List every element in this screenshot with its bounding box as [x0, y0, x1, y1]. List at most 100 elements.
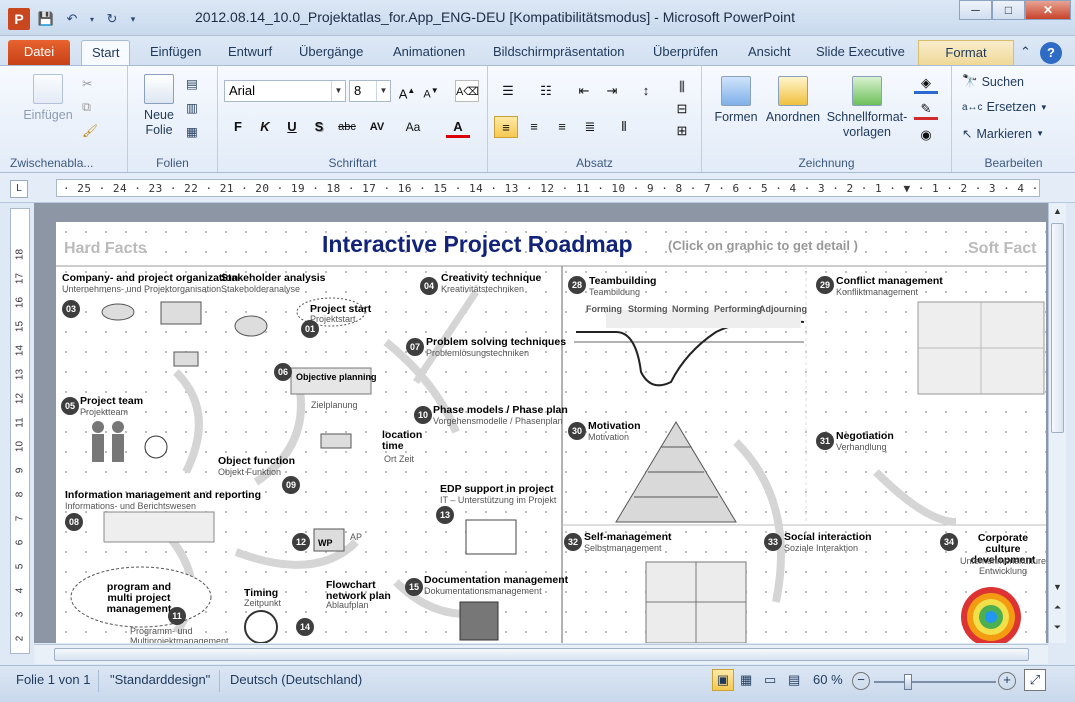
item-title[interactable]: Conflict management — [836, 276, 943, 287]
item-title[interactable]: Objective planning — [296, 372, 377, 383]
item-number[interactable]: 04 — [420, 277, 438, 295]
underline-icon[interactable]: U — [280, 116, 304, 138]
scroll-down-icon[interactable]: ▼ — [1049, 579, 1066, 595]
item-title[interactable]: Documentation management — [424, 575, 568, 586]
shape-effects-icon[interactable]: ◉ — [914, 124, 938, 146]
item-title[interactable]: Information management and reporting — [65, 490, 261, 501]
item-number[interactable]: 15 — [405, 578, 423, 596]
item-number[interactable]: 07 — [406, 338, 424, 356]
item-number[interactable]: 10 — [414, 406, 432, 424]
justify-icon[interactable]: ≣ — [578, 116, 602, 138]
align-text-icon[interactable]: ⊟ — [670, 98, 694, 120]
minimize-icon[interactable]: ─ — [959, 0, 992, 20]
shapes-button[interactable]: Formen — [708, 76, 764, 125]
help-icon[interactable]: ? — [1040, 42, 1062, 64]
align-left-icon[interactable]: ≡ — [494, 116, 518, 138]
tab-ansicht[interactable]: Ansicht — [738, 40, 801, 66]
item-title[interactable]: Company- and project organization — [62, 273, 238, 284]
redo-icon[interactable]: ↻ — [102, 9, 122, 29]
smartart-icon[interactable]: ⊞ — [670, 120, 694, 142]
font-color-icon[interactable]: A — [446, 116, 470, 138]
grow-font-icon[interactable]: A▲ — [395, 80, 419, 102]
vertical-scrollbar[interactable]: ▲ ▼ ⏶ ⏷ — [1048, 203, 1066, 643]
format-painter-icon[interactable]: 🖌 — [82, 124, 98, 139]
align-right-icon[interactable]: ≡ — [550, 116, 574, 138]
horizontal-scrollbar[interactable] — [34, 644, 1048, 664]
decrease-indent-icon[interactable]: ⇤ — [572, 80, 596, 102]
shape-outline-icon[interactable]: ✎ — [914, 98, 938, 120]
next-slide-icon[interactable]: ⏷ — [1049, 619, 1066, 635]
bullets-icon[interactable]: ☰ — [496, 80, 520, 102]
line-spacing-icon[interactable]: ↕ — [634, 80, 658, 102]
section-icon[interactable]: ▦ — [186, 124, 198, 139]
tab-datei[interactable]: Datei — [8, 40, 70, 66]
font-name-combo[interactable]: Arial ▼ — [224, 80, 346, 102]
change-case-icon[interactable]: Aa — [401, 116, 425, 138]
slide[interactable]: Hard Facts Interactive Project Roadmap (… — [56, 222, 1046, 643]
close-icon[interactable]: ✕ — [1025, 0, 1071, 20]
zoom-level[interactable]: 60 % — [813, 672, 843, 687]
prev-slide-icon[interactable]: ⏶ — [1049, 599, 1066, 615]
tab-selector-icon[interactable]: L — [10, 180, 28, 198]
scroll-up-icon[interactable]: ▲ — [1049, 203, 1066, 219]
slide-sorter-icon[interactable]: ▦ — [740, 672, 752, 688]
replace-button[interactable]: a↔c Ersetzen ▼ — [962, 100, 1048, 114]
item-title[interactable]: Flowchart network plan — [326, 580, 396, 602]
tab-bildschirmpraesentation[interactable]: Bildschirmpräsentation — [483, 40, 635, 66]
layout-icon[interactable]: ▤ — [186, 76, 198, 91]
hscroll-thumb[interactable] — [54, 648, 1029, 661]
language-status[interactable]: Deutsch (Deutschland) — [230, 672, 362, 687]
tab-slide-executive[interactable]: Slide Executive — [806, 40, 915, 66]
design-name[interactable]: "Standarddesign" — [110, 672, 210, 687]
item-number[interactable]: 11 — [168, 607, 186, 625]
item-title[interactable]: Creativity technique — [441, 273, 541, 284]
find-button[interactable]: 🔭 Suchen — [962, 74, 1024, 89]
columns-icon[interactable]: ⫴ — [612, 116, 636, 138]
item-title[interactable]: Stakeholder analysis — [221, 273, 325, 284]
reading-view-icon[interactable]: ▭ — [764, 672, 776, 688]
font-size-combo[interactable]: 8 ▼ — [349, 80, 391, 102]
item-title[interactable]: Negotiation — [836, 431, 894, 442]
tab-animationen[interactable]: Animationen — [383, 40, 475, 66]
tab-ueberpruefen[interactable]: Überprüfen — [643, 40, 728, 66]
quick-styles-button[interactable]: Schnellformat- vorlagen — [822, 76, 912, 140]
select-button[interactable]: ↖ Markieren ▼ — [962, 126, 1044, 142]
text-direction-icon[interactable]: ⫼ — [670, 76, 694, 98]
scroll-thumb[interactable] — [1051, 223, 1064, 433]
shadow-icon[interactable]: S — [307, 116, 331, 138]
ruler-bar[interactable]: · 25 · 24 · 23 · 22 · 21 · 20 · 19 · 18 … — [56, 179, 1040, 197]
tab-einfuegen[interactable]: Einfügen — [140, 40, 211, 66]
fit-to-window-icon[interactable]: ⤢ — [1024, 669, 1046, 691]
item-title[interactable]: Project team — [80, 396, 143, 407]
item-number[interactable]: 12 — [292, 533, 310, 551]
char-spacing-icon[interactable]: AV — [365, 116, 389, 138]
tab-start[interactable]: Start — [81, 40, 131, 66]
item-number[interactable]: 30 — [568, 422, 586, 440]
ribbon-minimize-icon[interactable]: ⌃ — [1016, 40, 1035, 66]
arrange-button[interactable]: Anordnen — [762, 76, 824, 125]
zoom-in-icon[interactable]: + — [998, 672, 1016, 690]
item-number[interactable]: 34 — [940, 533, 958, 551]
chevron-down-icon[interactable]: ▼ — [331, 81, 345, 101]
increase-indent-icon[interactable]: ⇥ — [600, 80, 624, 102]
item-number[interactable]: 05 — [61, 397, 79, 415]
tab-format[interactable]: Format — [918, 40, 1014, 66]
zoom-slider-track[interactable] — [874, 681, 996, 683]
maximize-icon[interactable]: □ — [992, 0, 1025, 20]
item-title[interactable]: Phase models / Phase plan — [433, 405, 568, 416]
item-title[interactable]: EDP support in project — [440, 484, 554, 495]
item-title[interactable]: WP — [318, 538, 333, 549]
item-number[interactable]: 32 — [564, 533, 582, 551]
item-number[interactable]: 08 — [65, 513, 83, 531]
bold-icon[interactable]: F — [226, 116, 250, 138]
item-title[interactable]: Teambuilding — [589, 276, 656, 287]
item-title[interactable]: Social interaction — [784, 532, 872, 543]
vertical-ruler[interactable]: 18 17 16 15 14 13 12 11 10 9 8 7 6 5 4 3… — [10, 208, 30, 654]
strikethrough-icon[interactable]: abc — [335, 116, 359, 138]
item-title[interactable]: Problem solving techniques — [426, 337, 566, 348]
item-title[interactable]: Self-management — [584, 532, 672, 543]
shrink-font-icon[interactable]: A▼ — [419, 80, 443, 102]
item-number[interactable]: 28 — [568, 276, 586, 294]
powerpoint-logo-icon[interactable]: P — [8, 8, 30, 30]
item-number[interactable]: 13 — [436, 506, 454, 524]
